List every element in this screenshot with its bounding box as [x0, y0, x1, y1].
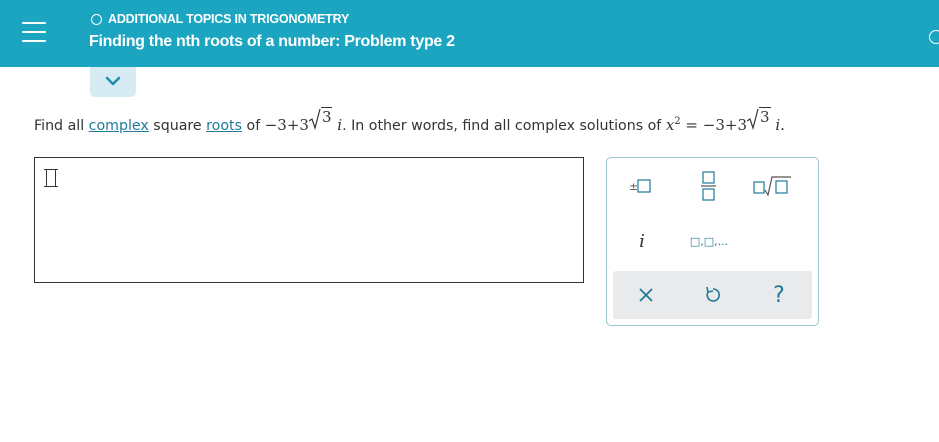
help-button[interactable]: ? [754, 278, 804, 312]
equation-rhs: = −3+3 [680, 116, 747, 134]
partial-circle-icon[interactable] [929, 30, 939, 44]
page-title: Finding the nth roots of a number: Probl… [89, 33, 455, 50]
question-text: Find all complex square roots of −3+3 3 i… [34, 107, 785, 134]
equation: x2 = −3+3 3 i. [666, 107, 785, 134]
number-prefix: −3+3 [264, 116, 309, 134]
radical-sign-icon [308, 108, 321, 130]
variable: x [665, 116, 675, 134]
nth-root-icon [753, 176, 791, 197]
clear-button[interactable] [621, 278, 671, 312]
radicand: 3 [758, 107, 771, 126]
sqrt-expression: 3 [308, 107, 333, 130]
undo-icon [706, 286, 720, 302]
radical-sign-icon [746, 108, 759, 130]
question-part: of [242, 118, 265, 134]
radicand: 3 [320, 107, 333, 126]
chevron-down-icon [105, 76, 121, 86]
nth-root-key[interactable] [748, 169, 798, 203]
topic-text: ADDITIONAL TOPICS IN TRIGONOMETRY [108, 12, 350, 26]
top-header: ADDITIONAL TOPICS IN TRIGONOMETRY Findin… [0, 0, 939, 67]
cursor-placeholder-icon [44, 169, 58, 187]
answer-input[interactable] [34, 157, 584, 283]
imaginary-unit-key[interactable]: i [617, 224, 667, 258]
roots-link[interactable]: roots [206, 118, 242, 134]
plus-minus-box-icon: ± [629, 179, 651, 193]
question-part: Find all [34, 118, 89, 134]
topic-label: ADDITIONAL TOPICS IN TRIGONOMETRY [91, 12, 349, 26]
math-keypad: ± i □,□,... ? [606, 157, 819, 326]
topic-circle-icon [91, 13, 102, 25]
plus-minus-key[interactable]: ± [617, 169, 667, 203]
complex-number: −3+3 3 i [265, 107, 342, 134]
svg-text:±: ± [629, 180, 638, 193]
period: . [780, 116, 785, 134]
fraction-icon [701, 171, 716, 201]
question-mark-icon: ? [773, 282, 785, 308]
undo-button[interactable] [688, 278, 738, 312]
complex-link[interactable]: complex [89, 118, 149, 134]
fraction-key[interactable] [684, 169, 734, 203]
keypad-action-bar: ? [613, 271, 812, 319]
expand-toggle-button[interactable] [90, 67, 136, 97]
list-key[interactable]: □,□,... [684, 224, 734, 258]
question-part: square [148, 118, 207, 134]
hamburger-menu-icon[interactable] [22, 22, 46, 44]
close-icon [639, 288, 653, 302]
question-part: . In other words, find all complex solut… [342, 118, 666, 134]
sqrt-expression: 3 [746, 107, 771, 130]
